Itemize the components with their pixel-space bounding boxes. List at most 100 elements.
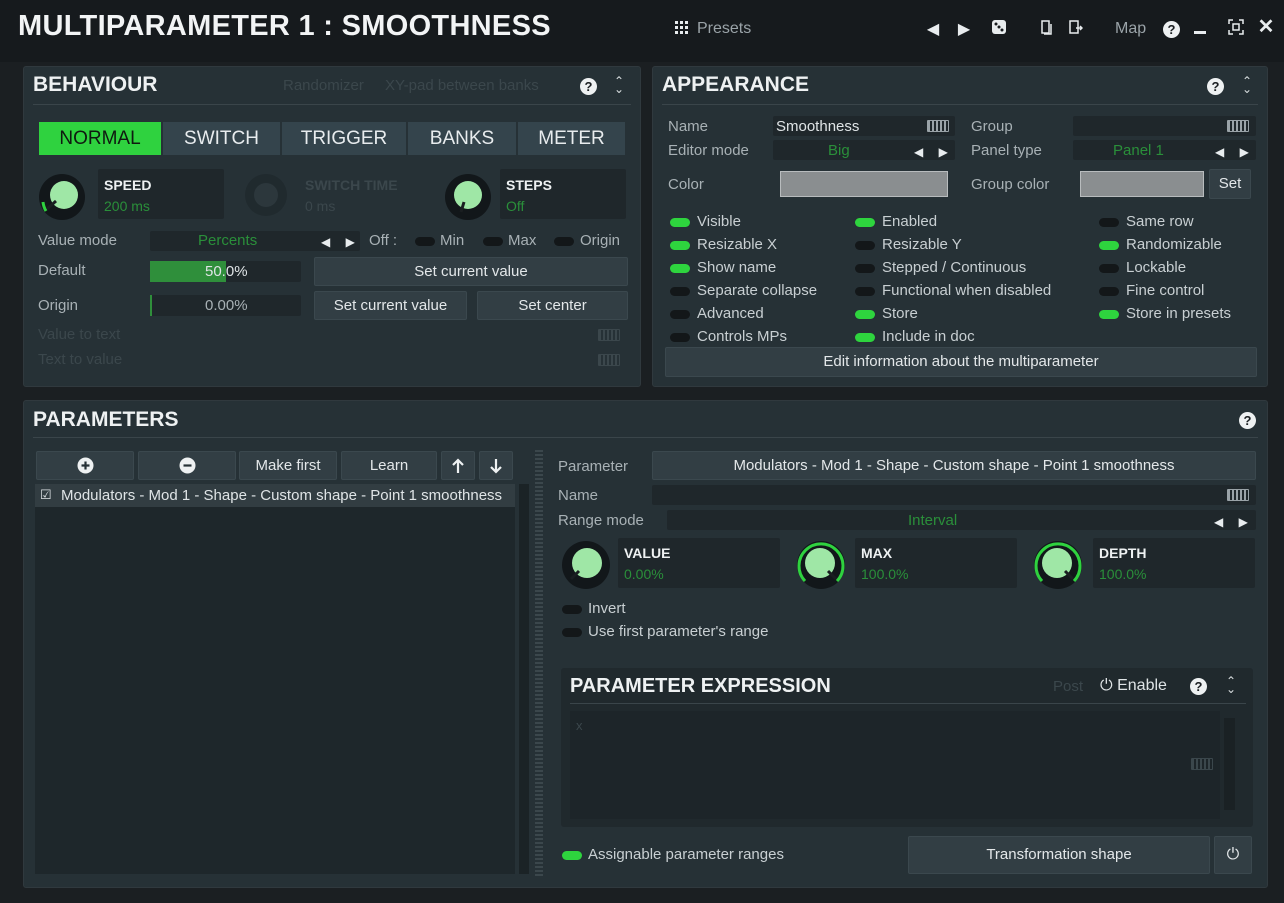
toggle-enabled[interactable] bbox=[855, 218, 875, 227]
expression-post-toggle[interactable]: Post bbox=[1053, 678, 1083, 695]
toggle-separate-collapse[interactable] bbox=[670, 287, 690, 296]
tab-trigger[interactable]: TRIGGER bbox=[282, 122, 406, 155]
range-mode-label: Range mode bbox=[558, 512, 644, 529]
panel-type-value: Panel 1 bbox=[1113, 142, 1164, 159]
fullscreen-icon[interactable] bbox=[1228, 19, 1244, 41]
checkbox-icon[interactable]: ☑ bbox=[40, 487, 52, 503]
group-keyboard-icon[interactable] bbox=[1227, 120, 1249, 132]
presets-grid-icon[interactable] bbox=[674, 19, 690, 41]
close-icon[interactable]: ✕ bbox=[1257, 17, 1275, 37]
move-down-button[interactable] bbox=[479, 451, 513, 480]
splitter-handle[interactable] bbox=[535, 450, 543, 876]
toggle-stepped-continuous[interactable] bbox=[855, 264, 875, 273]
invert-toggle[interactable] bbox=[562, 605, 582, 614]
toggle-resizable-y[interactable] bbox=[855, 241, 875, 250]
speed-knob[interactable] bbox=[37, 172, 87, 222]
transformation-shape-button[interactable]: Transformation shape bbox=[908, 836, 1210, 874]
assignable-ranges-toggle[interactable] bbox=[562, 851, 582, 860]
value-knob[interactable] bbox=[560, 539, 612, 591]
expression-keyboard-icon[interactable] bbox=[1191, 758, 1213, 770]
param-name-keyboard-icon[interactable] bbox=[1227, 489, 1249, 501]
text-to-value-keyboard-icon[interactable] bbox=[598, 354, 620, 366]
group-color-set-button[interactable]: Set bbox=[1209, 169, 1251, 199]
set-center-button[interactable]: Set center bbox=[477, 291, 628, 320]
presets-button[interactable]: Presets bbox=[697, 20, 751, 38]
transformation-power-button[interactable]: ⏻ bbox=[1214, 836, 1252, 874]
map-button[interactable]: Map bbox=[1115, 20, 1146, 38]
behaviour-help-icon[interactable]: ? bbox=[580, 78, 597, 95]
max-toggle[interactable] bbox=[483, 237, 503, 246]
color-swatch[interactable] bbox=[780, 171, 948, 197]
help-icon[interactable]: ? bbox=[1163, 21, 1180, 38]
expression-help-icon[interactable]: ? bbox=[1190, 678, 1207, 695]
edit-info-button[interactable]: Edit information about the multiparamete… bbox=[665, 347, 1257, 377]
expression-editor[interactable] bbox=[570, 711, 1220, 819]
editor-mode-arrows[interactable]: ◀ ▶ bbox=[914, 145, 954, 159]
toggle-show-name[interactable] bbox=[670, 264, 690, 273]
toggle-include-in-doc[interactable] bbox=[855, 333, 875, 342]
toggle-randomizable[interactable] bbox=[1099, 241, 1119, 250]
move-up-button[interactable] bbox=[441, 451, 475, 480]
toggle-fine-control[interactable] bbox=[1099, 287, 1119, 296]
parameter-select-button[interactable]: Modulators - Mod 1 - Shape - Custom shap… bbox=[652, 451, 1256, 480]
use-first-range-toggle[interactable] bbox=[562, 628, 582, 637]
toggle-store-in-presets[interactable] bbox=[1099, 310, 1119, 319]
toggle-store[interactable] bbox=[855, 310, 875, 319]
toggle-same-row[interactable] bbox=[1099, 218, 1119, 227]
steps-knob[interactable] bbox=[443, 172, 493, 222]
behaviour-collapse-icon[interactable]: ⌃ ⌄ bbox=[613, 75, 625, 95]
learn-button[interactable]: Learn bbox=[341, 451, 437, 480]
previous-preset-icon[interactable]: ◀ bbox=[926, 20, 940, 40]
max-knob[interactable] bbox=[795, 539, 847, 591]
tab-switch[interactable]: SWITCH bbox=[163, 122, 280, 155]
value-mode-arrows[interactable]: ◀ ▶ bbox=[321, 235, 361, 249]
parameters-divider bbox=[33, 437, 1258, 438]
list-item[interactable]: ☑ Modulators - Mod 1 - Shape - Custom sh… bbox=[35, 484, 515, 507]
xy-pad-toggle[interactable]: XY-pad between banks bbox=[385, 77, 539, 94]
param-name-input[interactable] bbox=[652, 485, 1256, 505]
toggle-advanced[interactable] bbox=[670, 310, 690, 319]
minimize-icon[interactable] bbox=[1192, 19, 1208, 41]
scrollbar[interactable] bbox=[519, 484, 529, 874]
parameters-help-icon[interactable]: ? bbox=[1239, 412, 1256, 429]
toggle-visible[interactable] bbox=[670, 218, 690, 227]
range-mode-select[interactable] bbox=[667, 510, 1256, 530]
next-preset-icon[interactable]: ▶ bbox=[957, 20, 971, 40]
toggle-label: Resizable Y bbox=[882, 236, 962, 253]
name-value: Smoothness bbox=[776, 118, 860, 135]
expression-scrollbar[interactable] bbox=[1224, 718, 1235, 810]
name-keyboard-icon[interactable] bbox=[927, 120, 949, 132]
default-set-current-button[interactable]: Set current value bbox=[314, 257, 628, 286]
toggle-lockable[interactable] bbox=[1099, 264, 1119, 273]
origin-toggle[interactable] bbox=[554, 237, 574, 246]
paste-icon[interactable] bbox=[1066, 19, 1084, 41]
tab-normal[interactable]: NORMAL bbox=[39, 122, 161, 155]
min-toggle[interactable] bbox=[415, 237, 435, 246]
add-parameter-button[interactable] bbox=[36, 451, 134, 480]
expression-collapse-icon[interactable]: ⌃ ⌄ bbox=[1225, 675, 1237, 695]
randomizer-toggle[interactable]: Randomizer bbox=[283, 77, 364, 94]
random-dice-icon[interactable] bbox=[990, 19, 1008, 41]
origin-set-current-button[interactable]: Set current value bbox=[314, 291, 467, 320]
toggle-label: Store bbox=[882, 305, 918, 322]
range-mode-arrows[interactable]: ◀ ▶ bbox=[1214, 515, 1254, 529]
power-icon: ⏻ bbox=[1100, 677, 1113, 694]
panel-type-arrows[interactable]: ◀ ▶ bbox=[1215, 145, 1255, 159]
toggle-label: Fine control bbox=[1126, 282, 1205, 299]
value-to-text-keyboard-icon[interactable] bbox=[598, 329, 620, 341]
tab-banks[interactable]: BANKS bbox=[408, 122, 516, 155]
tab-meter[interactable]: METER bbox=[518, 122, 625, 155]
toggle-controls-mps[interactable] bbox=[670, 333, 690, 342]
make-first-button[interactable]: Make first bbox=[239, 451, 337, 480]
toggle-functional-when-disabled[interactable] bbox=[855, 287, 875, 296]
expression-enable-button[interactable]: ⏻ Enable bbox=[1100, 677, 1167, 695]
remove-parameter-button[interactable] bbox=[138, 451, 236, 480]
toggle-resizable-x[interactable] bbox=[670, 241, 690, 250]
copy-icon[interactable] bbox=[1038, 19, 1056, 41]
appearance-help-icon[interactable]: ? bbox=[1207, 78, 1224, 95]
group-color-swatch[interactable] bbox=[1080, 171, 1204, 197]
depth-knob[interactable] bbox=[1032, 539, 1084, 591]
appearance-collapse-icon[interactable]: ⌃ ⌄ bbox=[1241, 75, 1253, 95]
min-label: Min bbox=[440, 232, 465, 249]
parameter-list[interactable] bbox=[35, 484, 515, 874]
